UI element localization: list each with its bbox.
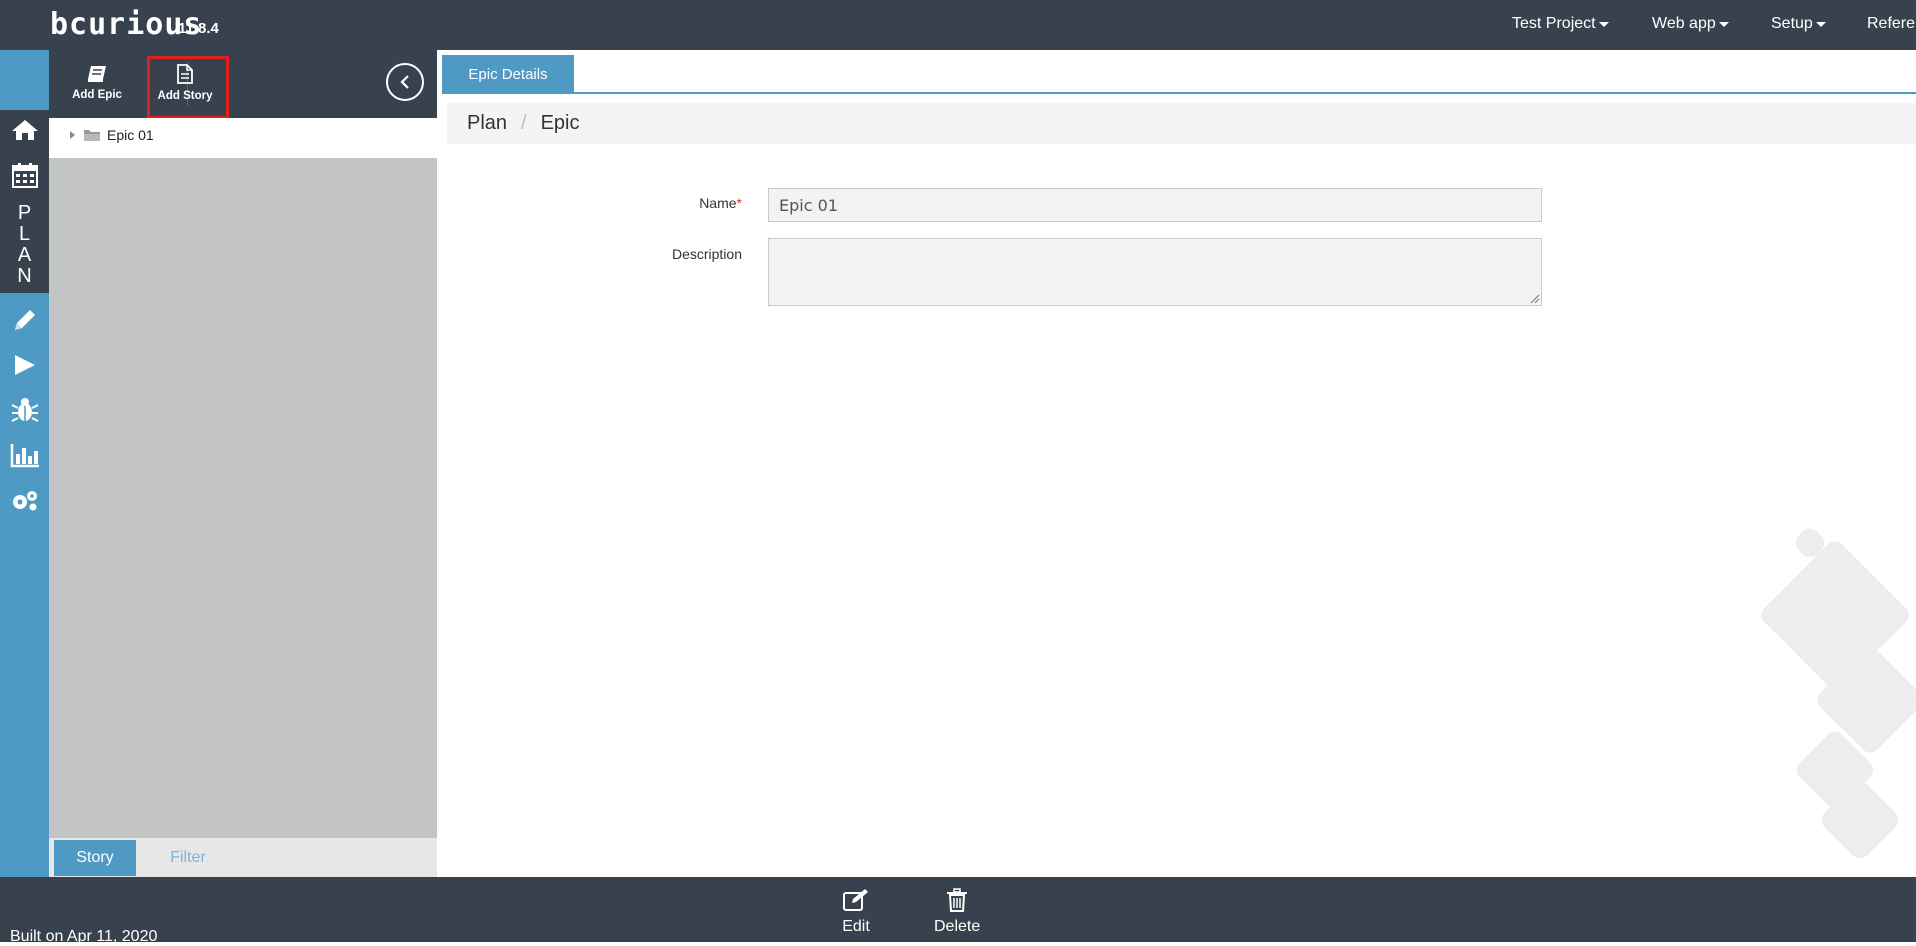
tree-item-label: Epic 01 <box>107 127 154 143</box>
nav-webapp-label: Web app <box>1652 15 1716 32</box>
chevron-left-icon <box>400 75 409 89</box>
book-icon <box>88 66 106 82</box>
tree-panel-body <box>49 158 437 838</box>
caret-right-icon[interactable] <box>69 130 77 140</box>
bar-chart-icon[interactable] <box>0 440 49 470</box>
add-epic-button[interactable]: Add Epic <box>67 56 127 110</box>
app-version: 11.8.4 <box>178 20 219 37</box>
nav-setup-menu[interactable]: Setup <box>1771 0 1826 48</box>
tab-story[interactable]: Story <box>54 840 136 876</box>
pencil-icon[interactable] <box>0 305 49 335</box>
tree-toolbar: Add Epic Add Story <box>49 50 437 118</box>
name-input[interactable] <box>768 188 1542 222</box>
name-label-text: Name <box>699 195 737 211</box>
plan-vertical-label: P L A N <box>0 203 49 287</box>
name-label: Name* <box>542 195 742 211</box>
edit-button[interactable]: Edit <box>842 888 870 936</box>
collapse-panel-button[interactable] <box>386 63 424 101</box>
tab-underline <box>442 92 1916 94</box>
delete-label: Delete <box>934 918 981 935</box>
nav-reference-label: Refere <box>1867 15 1916 32</box>
calendar-icon[interactable] <box>0 160 49 190</box>
description-label: Description <box>671 246 742 262</box>
breadcrumb-plan[interactable]: Plan <box>467 112 507 135</box>
panel-tabs: Story Filter <box>49 838 437 877</box>
add-story-highlight-box <box>147 56 229 119</box>
delete-button[interactable]: Delete <box>934 888 980 936</box>
nav-webapp-menu[interactable]: Web app <box>1652 0 1729 48</box>
home-icon[interactable] <box>0 116 49 144</box>
bug-icon[interactable] <box>0 395 49 425</box>
top-bar: bcurious 11.8.4 Test Project Web app Set… <box>0 0 1916 50</box>
play-icon[interactable] <box>0 350 49 380</box>
breadcrumb-separator: / <box>521 112 527 134</box>
breadcrumb: Plan / Epic <box>447 103 1916 144</box>
nav-project-label: Test Project <box>1512 15 1596 32</box>
gears-icon[interactable] <box>0 485 49 515</box>
add-epic-label: Add Epic <box>72 89 122 101</box>
description-textarea[interactable] <box>768 238 1542 306</box>
caret-down-icon <box>1718 21 1729 27</box>
plan-letter: P <box>17 202 32 224</box>
folder-icon <box>84 130 100 141</box>
tab-filter[interactable]: Filter <box>149 840 227 876</box>
caret-down-icon <box>1598 21 1609 27</box>
edit-icon <box>843 889 868 911</box>
epic-tree: Epic 01 <box>49 118 437 158</box>
nav-reference-menu[interactable]: Refere <box>1867 0 1915 48</box>
build-info: Built on Apr 11, 2020 <box>10 928 158 945</box>
required-mark: * <box>736 195 742 211</box>
resize-handle-icon[interactable] <box>1528 292 1540 304</box>
breadcrumb-epic: Epic <box>540 112 580 134</box>
plan-letter: N <box>17 265 32 287</box>
caret-down-icon <box>1815 21 1826 27</box>
trash-icon <box>947 888 968 912</box>
tab-epic-details[interactable]: Epic Details <box>442 55 574 93</box>
nav-setup-label: Setup <box>1771 15 1813 32</box>
nav-project-menu[interactable]: Test Project <box>1512 0 1609 48</box>
edit-label: Edit <box>842 918 870 935</box>
tree-item[interactable]: Epic 01 <box>69 127 154 143</box>
plan-letter: A <box>17 244 32 266</box>
plan-letter: L <box>18 223 31 245</box>
